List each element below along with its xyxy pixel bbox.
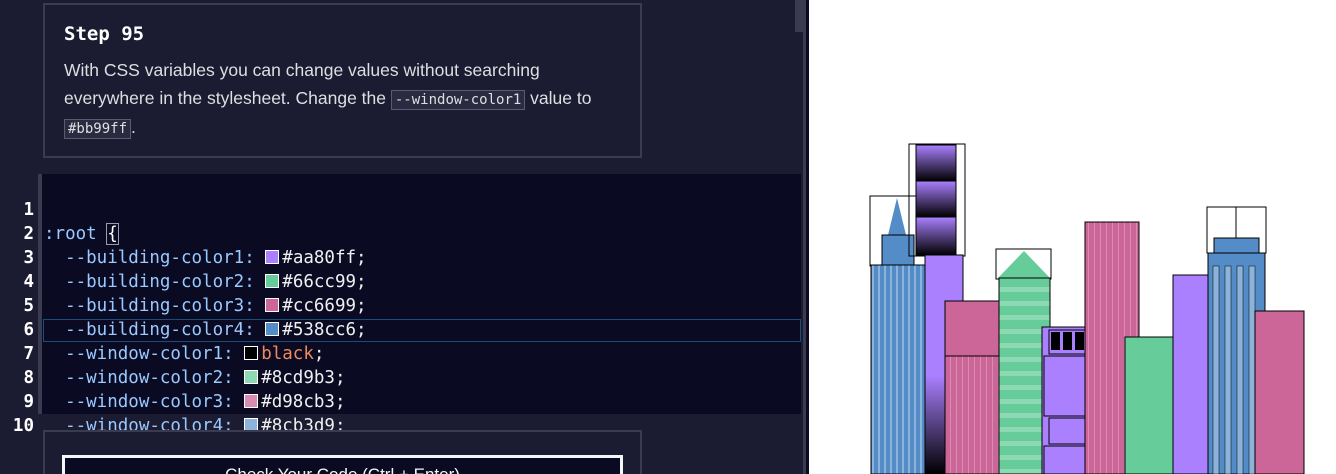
building-green <box>1124 336 1181 474</box>
lesson-panel: Step 95 With CSS variables you can chang… <box>0 0 806 474</box>
desc-text-3: . <box>131 117 136 137</box>
code-editor[interactable]: 1 :root { 2 --building-color1: #aa80ff; … <box>0 174 801 461</box>
code-line[interactable]: 6 --window-color1: black; <box>0 294 801 364</box>
preview-pane <box>809 0 1336 474</box>
code-line[interactable]: 2 --building-color1: #aa80ff; <box>0 198 801 268</box>
code-line[interactable]: 5 --building-color4: #538cc6; <box>0 270 801 340</box>
desc-text-2: value to <box>525 87 592 108</box>
scrollbar-thumb[interactable] <box>795 0 803 32</box>
line-number: 10 <box>12 416 34 436</box>
check-code-button[interactable]: Check Your Code (Ctrl + Enter) <box>62 455 623 474</box>
pane-divider[interactable] <box>803 0 806 474</box>
code-line[interactable]: 7 --window-color2: #8cd9b3; <box>0 318 801 388</box>
city-skyline-preview <box>869 143 1305 474</box>
building-pink-right <box>1254 310 1305 474</box>
code-line[interactable]: 1 :root { <box>0 174 801 245</box>
code-line[interactable]: 4 --building-color3: #cc6699; <box>0 246 801 316</box>
code-chip-value: #bb99ff <box>64 119 132 139</box>
instructions-panel: Step 95 With CSS variables you can chang… <box>43 3 642 158</box>
building-pink-left <box>944 300 1000 474</box>
step-description: With CSS variables you can change values… <box>64 57 621 144</box>
code-line[interactable]: 9 --window-color4: #8cb3d9; <box>0 366 801 436</box>
code-line[interactable]: 8 --window-color3: #d98cb3; <box>0 342 801 412</box>
step-title: Step 95 <box>64 23 145 45</box>
code-line[interactable]: 3 --building-color2: #66cc99; <box>0 222 801 292</box>
code-chip-variable: --window-color1 <box>390 89 526 110</box>
code-line[interactable]: 10 } <box>0 390 801 461</box>
